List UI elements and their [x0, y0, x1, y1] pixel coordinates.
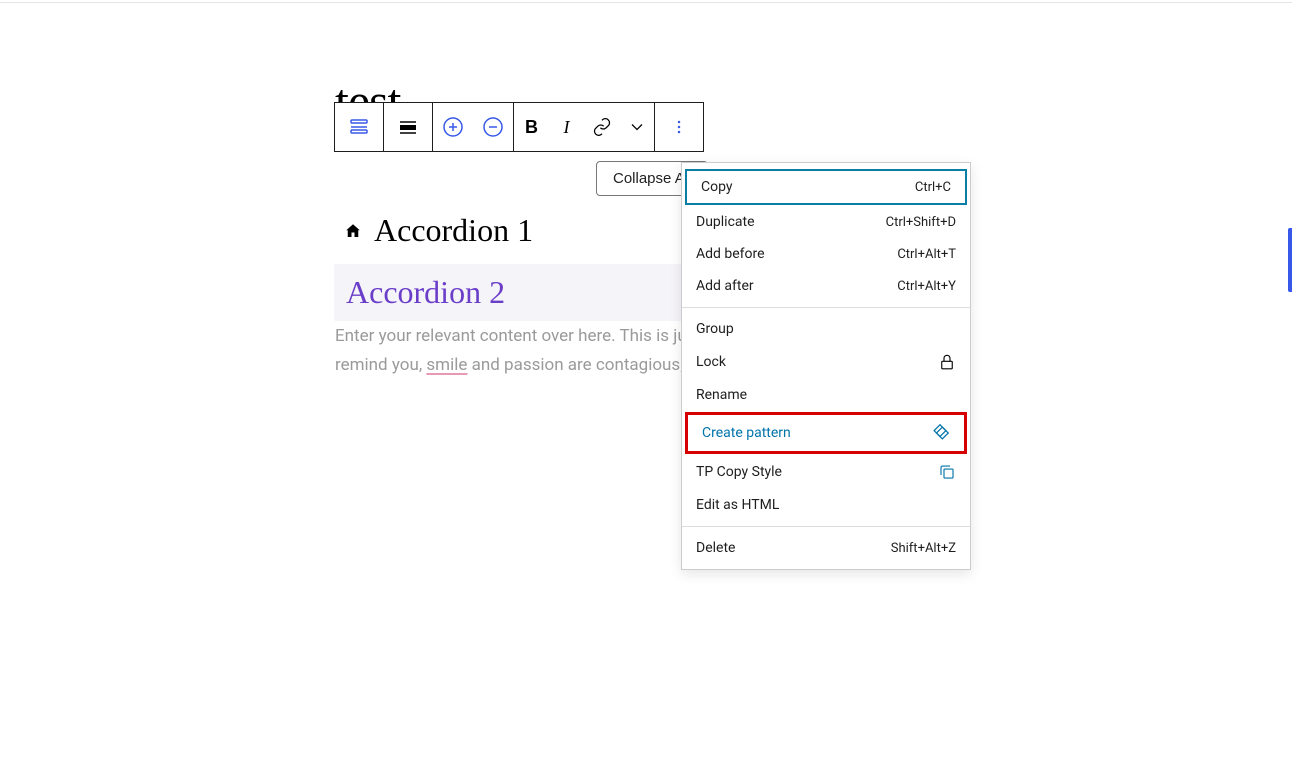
menu-item-label: Add before	[696, 246, 765, 262]
italic-icon: I	[564, 117, 570, 138]
menu-item-lock[interactable]: Lock	[682, 345, 970, 379]
toolbar-group-1	[335, 103, 384, 151]
kebab-icon	[669, 117, 689, 137]
menu-item-label: TP Copy Style	[696, 464, 782, 480]
menu-item-shortcut: Shift+Alt+Z	[891, 541, 956, 556]
toolbar-group-5	[655, 103, 703, 151]
lock-icon	[938, 353, 956, 371]
menu-item-shortcut: Ctrl+Alt+Y	[897, 279, 956, 294]
menu-item-add-before[interactable]: Add before Ctrl+Alt+T	[682, 238, 970, 270]
link-button[interactable]	[584, 103, 619, 151]
menu-section-2: Group Lock Rename Create pattern TP Copy…	[682, 308, 970, 527]
menu-item-label: Add after	[696, 278, 754, 294]
menu-item-label: Group	[696, 321, 734, 337]
content-line1: Enter your relevant content over here. T…	[335, 326, 687, 346]
more-options-button[interactable]	[655, 103, 703, 151]
menu-item-label: Edit as HTML	[696, 497, 779, 513]
menu-item-edit-html[interactable]: Edit as HTML	[682, 489, 970, 521]
block-type-button[interactable]	[335, 103, 383, 151]
content-smile: smile	[426, 355, 467, 375]
menu-item-label: Delete	[696, 540, 735, 556]
align-icon	[396, 115, 420, 139]
menu-item-rename[interactable]: Rename	[682, 379, 970, 411]
minus-icon	[481, 115, 505, 139]
menu-item-delete[interactable]: Delete Shift+Alt+Z	[682, 532, 970, 564]
menu-item-duplicate[interactable]: Duplicate Ctrl+Shift+D	[682, 206, 970, 238]
menu-item-group[interactable]: Group	[682, 313, 970, 345]
menu-item-shortcut: Ctrl+Alt+T	[897, 247, 956, 262]
menu-item-tp-copy-style[interactable]: TP Copy Style	[682, 455, 970, 489]
menu-item-label: Rename	[696, 387, 747, 403]
remove-button[interactable]	[473, 103, 513, 151]
accordion-1[interactable]: Accordion 1	[344, 212, 533, 249]
menu-item-label: Create pattern	[702, 425, 791, 441]
menu-item-add-after[interactable]: Add after Ctrl+Alt+Y	[682, 270, 970, 302]
page-top-border	[0, 0, 1292, 3]
menu-item-label: Lock	[696, 354, 726, 370]
chevron-down-icon	[627, 117, 647, 137]
link-icon	[592, 117, 612, 137]
menu-item-label: Duplicate	[696, 214, 755, 230]
pattern-icon	[930, 423, 950, 443]
align-button[interactable]	[384, 103, 432, 151]
block-type-icon	[347, 115, 371, 139]
bold-icon: B	[525, 117, 538, 138]
content-line2-after: and passion are contagious, b	[467, 355, 697, 375]
accordion-1-label: Accordion 1	[374, 212, 533, 249]
toolbar-group-2	[384, 103, 433, 151]
menu-section-1: Copy Ctrl+C Duplicate Ctrl+Shift+D Add b…	[682, 163, 970, 308]
bold-button[interactable]: B	[514, 103, 549, 151]
content-line2-before: remind you,	[335, 355, 426, 375]
menu-section-3: Delete Shift+Alt+Z	[682, 527, 970, 569]
context-menu: Copy Ctrl+C Duplicate Ctrl+Shift+D Add b…	[681, 162, 971, 570]
right-side-tab[interactable]	[1288, 228, 1292, 292]
block-toolbar: B I	[334, 102, 704, 152]
italic-button[interactable]: I	[549, 103, 584, 151]
copy-icon	[938, 463, 956, 481]
menu-item-create-pattern[interactable]: Create pattern	[685, 412, 967, 454]
menu-item-copy[interactable]: Copy Ctrl+C	[685, 169, 967, 205]
menu-item-shortcut: Ctrl+Shift+D	[886, 215, 956, 230]
menu-item-label: Copy	[701, 179, 733, 195]
toolbar-group-4: B I	[514, 103, 655, 151]
home-icon	[344, 222, 362, 240]
more-format-button[interactable]	[619, 103, 654, 151]
toolbar-group-3	[433, 103, 514, 151]
plus-icon	[441, 115, 465, 139]
menu-item-shortcut: Ctrl+C	[915, 180, 951, 195]
add-button[interactable]	[433, 103, 473, 151]
